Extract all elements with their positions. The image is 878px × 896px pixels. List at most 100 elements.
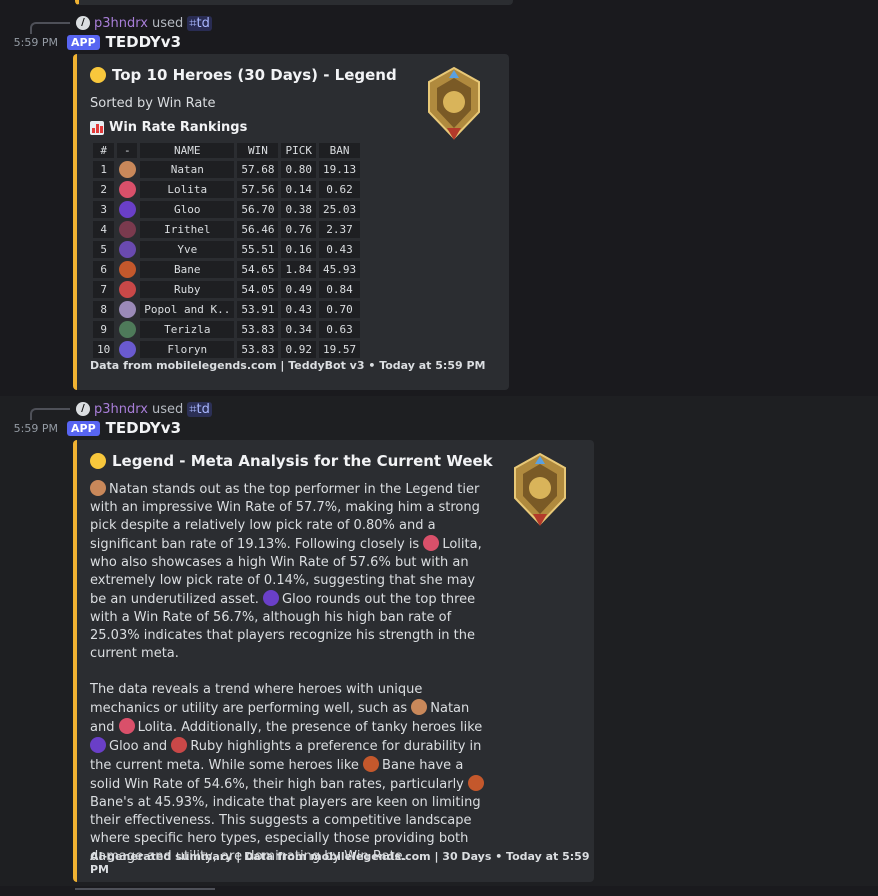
hero-name-cell: Popol and K.. [140, 301, 235, 318]
analysis-text: Natan stands out as the top performer in… [90, 480, 490, 884]
bot-name[interactable]: TEDDYv3 [106, 33, 181, 51]
timestamp[interactable]: 5:59 PM [0, 36, 58, 49]
table-row: 4 Irithel 56.46 0.76 2.37 [93, 221, 361, 238]
table-row: 6 Bane 54.65 1.84 45.93 [93, 261, 361, 278]
hero-irithel-icon [117, 221, 137, 238]
reply-username[interactable]: p3hndrx [94, 16, 148, 31]
hero-popol-icon [117, 301, 137, 318]
embed-title-text: Legend - Meta Analysis for the Current W… [112, 452, 493, 470]
pick-cell: 0.16 [281, 241, 316, 258]
ban-cell: 0.63 [318, 321, 361, 338]
reply-used-text: used [151, 401, 184, 417]
pick-cell: 0.49 [281, 281, 316, 298]
embed-footer: Data from mobilelegends.com | TeddyBot v… [90, 359, 486, 372]
ban-cell: 45.93 [318, 261, 361, 278]
rankings-embed: Top 10 Heroes (30 Days) - Legend Sorted … [73, 54, 509, 390]
table-row: 5 Yve 55.51 0.16 0.43 [93, 241, 361, 258]
col-pick-header: PICK [281, 143, 316, 158]
previous-embed-edge [0, 0, 878, 10]
pick-cell: 1.84 [281, 261, 316, 278]
section-heading-text: Win Rate Rankings [109, 120, 248, 135]
pick-cell: 0.43 [281, 301, 316, 318]
yellow-circle-icon [90, 67, 106, 83]
hero-bane-icon [363, 756, 380, 772]
pick-cell: 0.34 [281, 321, 316, 338]
message-header: 5:59 PM APP TEDDYv3 [0, 32, 181, 52]
bot-name[interactable]: TEDDYv3 [106, 419, 181, 437]
hero-lolita-icon [117, 181, 137, 198]
win-cell: 53.91 [237, 301, 279, 318]
pick-cell: 0.14 [281, 181, 316, 198]
col-win-header: WIN [237, 143, 279, 158]
hash-icon: ⌗ [189, 15, 197, 31]
slash-command-icon: / [76, 402, 90, 416]
command-name[interactable]: ⌗td [187, 15, 212, 31]
meta-analysis-embed: Legend - Meta Analysis for the Current W… [73, 440, 594, 882]
table-row: 2 Lolita 57.56 0.14 0.62 [93, 181, 361, 198]
hero-bane-icon [117, 261, 137, 278]
analysis-paragraph-2: The data reveals a trend where heroes wi… [90, 681, 490, 866]
win-cell: 53.83 [237, 341, 279, 358]
embed-title: Top 10 Heroes (30 Days) - Legend [90, 66, 397, 84]
command-reply-line[interactable]: / p3hndrx used ⌗td [30, 14, 212, 34]
win-cell: 57.68 [237, 161, 279, 178]
hero-gloo-icon [90, 737, 106, 753]
rank-cell: 9 [93, 321, 115, 338]
timestamp[interactable]: 5:59 PM [0, 422, 58, 435]
rank-cell: 6 [93, 261, 115, 278]
ban-cell: 25.03 [318, 201, 361, 218]
rank-cell: 7 [93, 281, 115, 298]
command-name[interactable]: ⌗td [187, 401, 212, 417]
hero-gloo-icon [263, 590, 280, 606]
text-span: Gloo and [109, 739, 172, 754]
hero-lolita-icon [423, 535, 440, 551]
hero-natan-icon [411, 699, 428, 715]
bar-chart-icon [90, 120, 104, 135]
hero-name-cell: Terizla [140, 321, 235, 338]
hero-name-cell: Yve [140, 241, 235, 258]
hero-gloo-icon [117, 201, 137, 218]
analysis-paragraph-1: Natan stands out as the top performer in… [90, 480, 490, 663]
col-ban-header: BAN [318, 143, 361, 158]
pick-cell: 0.38 [281, 201, 316, 218]
pick-cell: 0.92 [281, 341, 316, 358]
legend-rank-emblem-icon[interactable] [507, 452, 573, 528]
table-row: 10 Floryn 53.83 0.92 19.57 [93, 341, 361, 358]
hero-terizla-icon [117, 321, 137, 338]
command-label: td [196, 15, 210, 31]
embed-title-text: Top 10 Heroes (30 Days) - Legend [112, 66, 397, 84]
ban-cell: 19.57 [318, 341, 361, 358]
rank-cell: 2 [93, 181, 115, 198]
hero-natan-icon [90, 480, 106, 496]
rank-cell: 8 [93, 301, 115, 318]
hero-name-cell: Gloo [140, 201, 235, 218]
command-label: td [196, 401, 210, 417]
hero-yve-icon [117, 241, 137, 258]
text-span: Natan stands out as the top performer in… [90, 482, 480, 552]
table-row: 7 Ruby 54.05 0.49 0.84 [93, 281, 361, 298]
hero-name-cell: Bane [140, 261, 235, 278]
ban-cell: 2.37 [318, 221, 361, 238]
col-icon-header: - [117, 143, 138, 158]
app-badge: APP [67, 420, 100, 436]
hero-name-cell: Floryn [140, 341, 235, 358]
win-cell: 53.83 [237, 321, 279, 338]
rank-cell: 1 [93, 161, 115, 178]
embed-footer: AI-generated summary | Data from mobilel… [90, 850, 590, 876]
previous-embed-border [75, 0, 513, 5]
hero-name-cell: Natan [140, 161, 235, 178]
rank-cell: 5 [93, 241, 115, 258]
section-heading: Win Rate Rankings [90, 120, 247, 135]
rank-cell: 3 [93, 201, 115, 218]
message-header: 5:59 PM APP TEDDYv3 [0, 418, 181, 438]
reply-username[interactable]: p3hndrx [94, 402, 148, 417]
pick-cell: 0.80 [281, 161, 316, 178]
ban-cell: 0.43 [318, 241, 361, 258]
table-row: 1 Natan 57.68 0.80 19.13 [93, 161, 361, 178]
command-reply-line[interactable]: / p3hndrx used ⌗td [30, 400, 212, 420]
text-span: Lolita. Additionally, the presence of ta… [137, 720, 483, 735]
win-cell: 54.65 [237, 261, 279, 278]
reply-used-text: used [151, 15, 184, 31]
legend-rank-emblem-icon[interactable] [421, 66, 487, 142]
col-rank-header: # [93, 143, 115, 158]
